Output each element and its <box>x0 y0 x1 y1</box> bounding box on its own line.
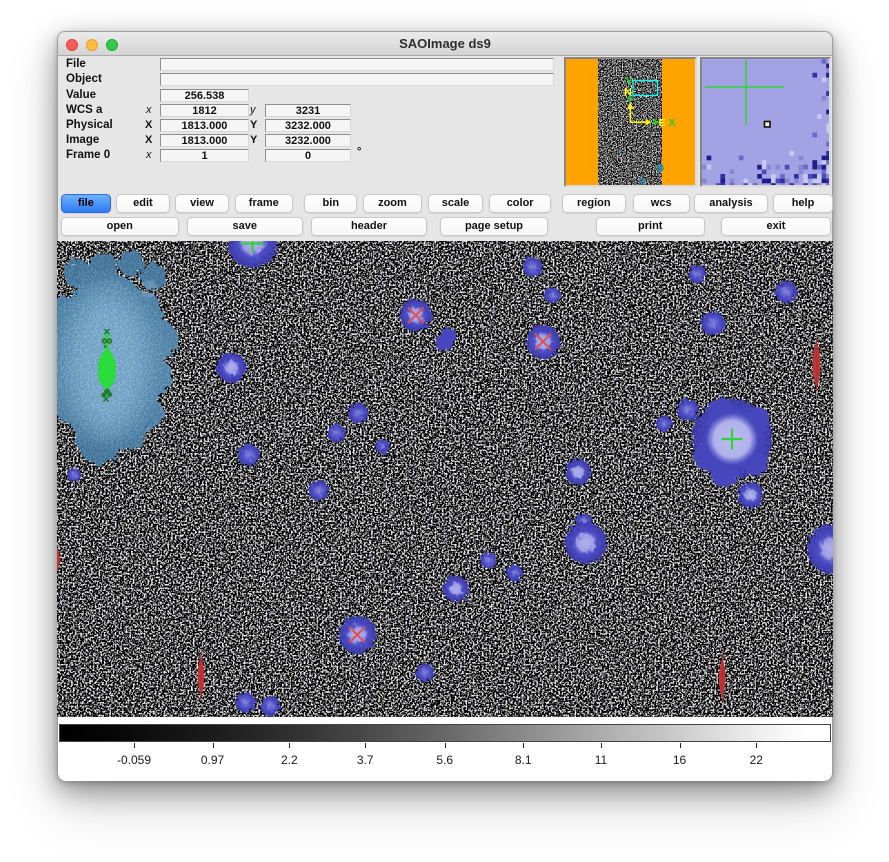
svg-text:X: X <box>669 117 676 129</box>
svg-text:E: E <box>659 117 666 129</box>
